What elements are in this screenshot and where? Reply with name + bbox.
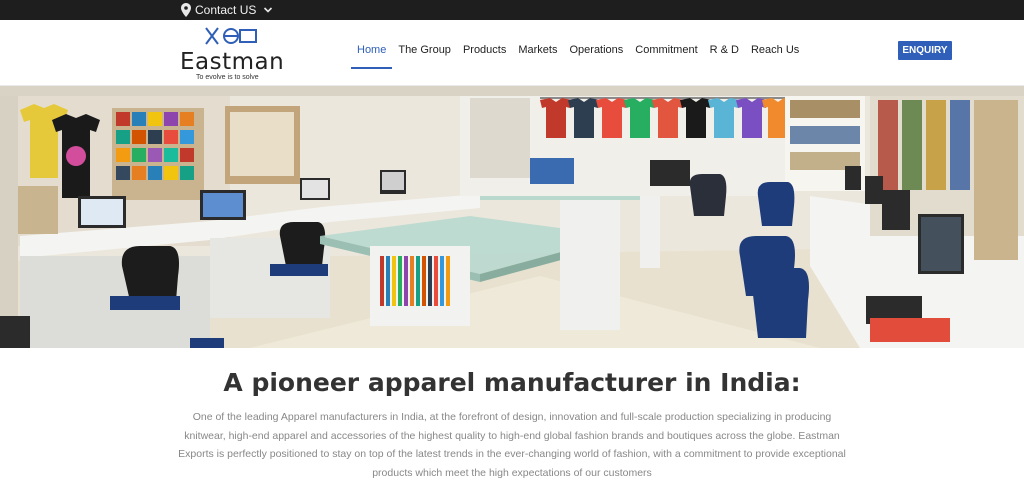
location-pin-icon [181,3,191,17]
nav-the-group[interactable]: The Group [398,42,451,68]
nav-home[interactable]: Home [351,42,393,69]
intro-paragraph: One of the leading Apparel manufacturers… [178,411,846,479]
nav-reach-us[interactable]: Reach Us [751,42,799,68]
nav-operations[interactable]: Operations [569,42,623,68]
main-navigation: Home The Group Products Markets Operatio… [351,42,811,69]
nav-commitment-label: Commitment [635,44,698,56]
chevron-down-icon [264,7,273,13]
nav-home-label: Home [357,44,387,56]
nav-products-label: Products [462,44,507,56]
top-bar: Contact US [0,0,1024,20]
hero-image [0,86,1024,348]
enquiry-button[interactable]: ENQUIRY [898,41,952,60]
nav-the-group-label: The Group [398,44,451,56]
contact-us-dropdown[interactable]: Contact US [181,2,273,18]
brand-name: Eastman [180,49,285,75]
intro-title: A pioneer apparel manufacturer in India: [223,368,801,397]
site-header: Eastman To evolve is to solve Home The G… [0,20,1024,86]
logo-mark-icon [205,27,257,45]
nav-markets[interactable]: Markets [518,42,557,68]
nav-markets-label: Markets [518,44,558,56]
hero-photo-illustration [0,86,1024,348]
contact-us-label: Contact US [195,3,257,17]
nav-r-and-d-label: R & D [709,44,739,56]
nav-commitment[interactable]: Commitment [635,42,697,68]
active-underline [351,67,393,69]
nav-reach-us-label: Reach Us [750,44,800,56]
nav-products[interactable]: Products [463,42,506,68]
nav-operations-label: Operations [569,44,624,56]
nav-r-and-d[interactable]: R & D [710,42,739,68]
brand-tagline: To evolve is to solve [196,74,259,81]
brand-logo[interactable]: Eastman To evolve is to solve [180,24,288,82]
